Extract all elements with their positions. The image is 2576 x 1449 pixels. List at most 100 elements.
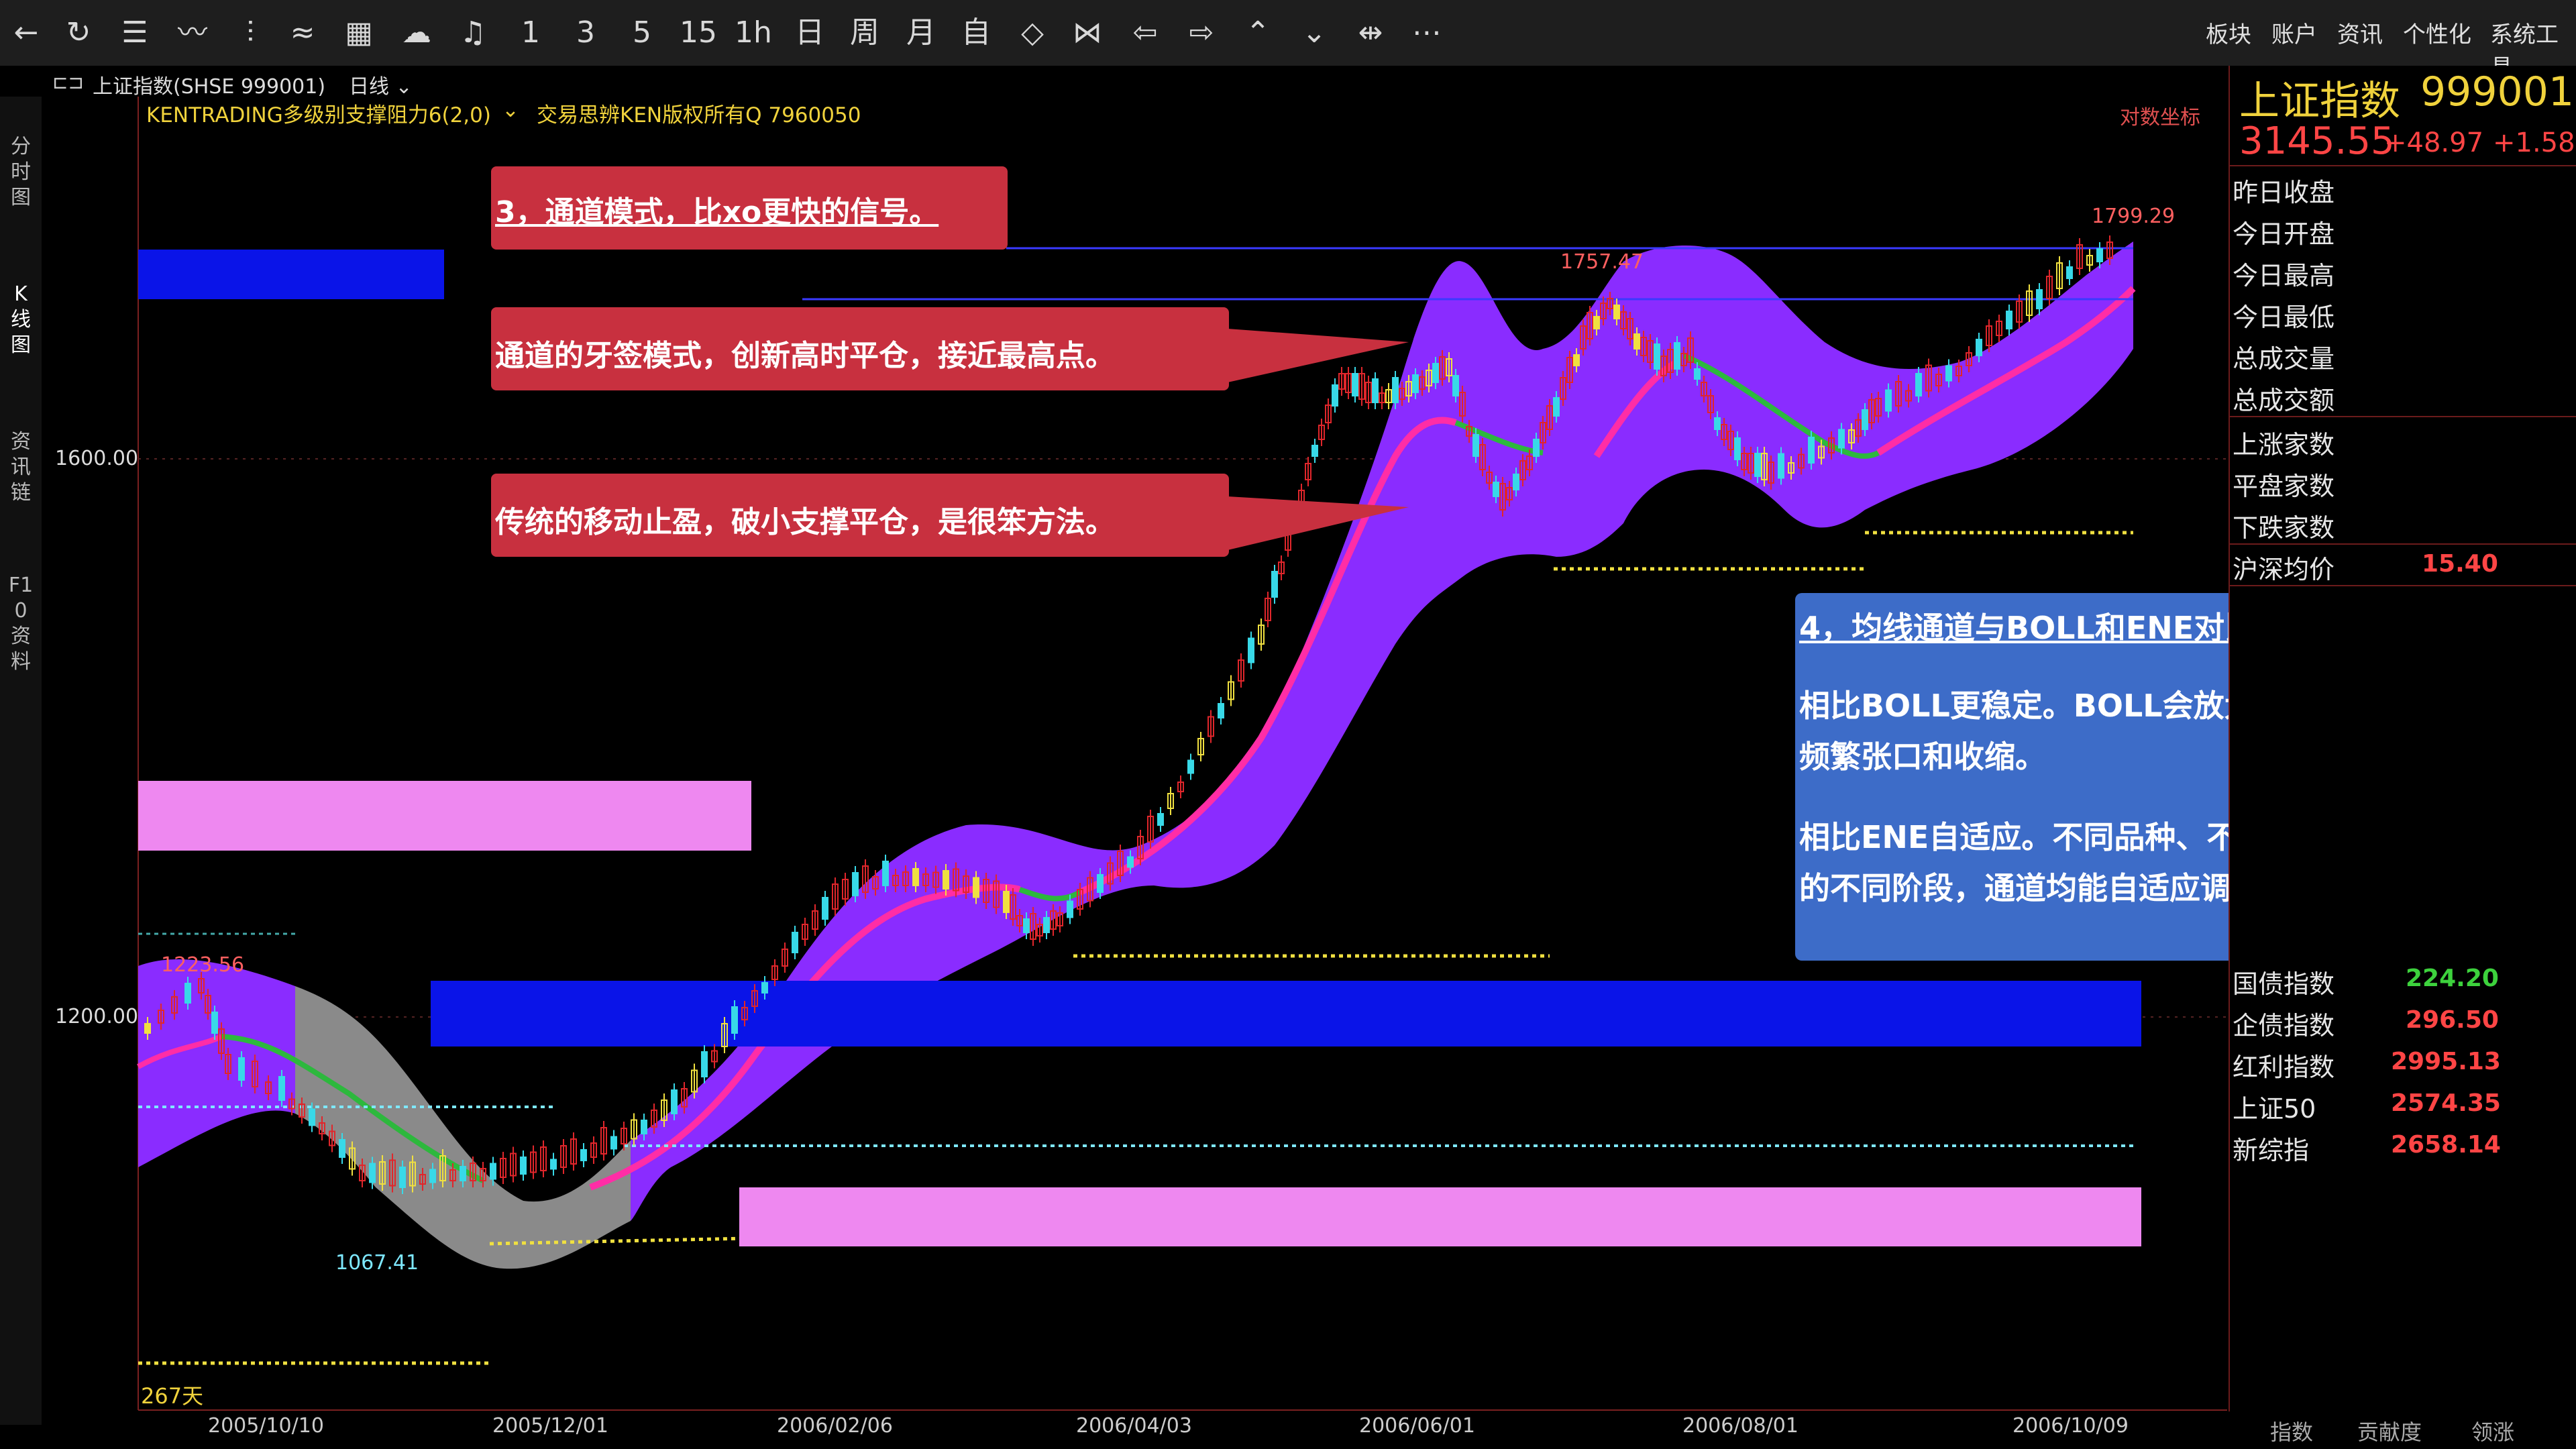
refresh-icon[interactable]: ↻: [58, 12, 99, 54]
period-1h[interactable]: 1h: [733, 12, 774, 54]
candle-body: [1915, 373, 1922, 396]
chart-subbar: ⊏⊐ 上证指数(SHSE 999001) 日线 ⌄: [0, 66, 2227, 99]
candle-body: [429, 1169, 436, 1183]
candle-body: [1885, 389, 1892, 412]
candle-body: [761, 982, 768, 994]
fit-icon[interactable]: ⇹: [1350, 12, 1391, 54]
candle-body: [1808, 437, 1815, 464]
candle-body: [973, 877, 979, 898]
trend-icon[interactable]: ≈: [282, 12, 323, 54]
bell-icon[interactable]: ♫: [452, 12, 494, 54]
candle-body: [1472, 434, 1479, 457]
candle-body: [2066, 266, 2073, 279]
menu-personalize[interactable]: 个性化: [2403, 16, 2471, 49]
menu-account[interactable]: 账户: [2271, 16, 2317, 49]
period-select[interactable]: 日线 ⌄: [349, 70, 413, 99]
note-3-pointer: [1228, 496, 1409, 550]
back-icon[interactable]: ←: [5, 12, 47, 54]
menu-sector[interactable]: 板块: [2206, 16, 2251, 49]
divider: [2230, 585, 2576, 586]
candle-body: [1694, 368, 1701, 380]
grid-icon[interactable]: ▦: [338, 12, 380, 54]
x-label-4: 2006/06/01: [1359, 1414, 1475, 1438]
note-1-text: 3，通道模式，比xo更快的信号。: [495, 195, 939, 229]
candle-body: [1271, 571, 1278, 598]
candle-body: [1493, 482, 1499, 497]
stat-row: 今日最低: [2233, 303, 2335, 332]
tab-leaders[interactable]: 领涨: [2471, 1415, 2514, 1446]
tab-contribution[interactable]: 贡献度: [2357, 1415, 2422, 1446]
period-label: 日线: [349, 75, 389, 99]
arrow-left-icon[interactable]: ⇦: [1124, 12, 1166, 54]
candle-body: [1043, 917, 1050, 933]
breadth-row: 平盘家数: [2233, 472, 2335, 501]
candle-body: [912, 868, 919, 886]
candle-body: [1734, 437, 1741, 460]
candle-body: [339, 1139, 345, 1158]
index-change-pct: +1.58%: [2493, 127, 2576, 158]
stat-row: 昨日收盘: [2233, 178, 2335, 207]
candle-body: [1573, 354, 1580, 366]
more-icon[interactable]: ⋯: [1406, 12, 1448, 54]
x-label-0: 2005/10/10: [208, 1414, 324, 1438]
candle-body: [1432, 363, 1439, 383]
list-icon[interactable]: ☰: [114, 12, 156, 54]
candle-body: [1654, 343, 1660, 370]
note-1-box: 3，通道模式，比xo更快的信号。: [491, 166, 1008, 250]
candle-body: [1513, 474, 1519, 490]
candle-body: [1003, 891, 1010, 913]
candle-body: [943, 870, 949, 890]
period-5[interactable]: 5: [621, 12, 663, 54]
index-row[interactable]: 上证50 2574.35: [2230, 1083, 2576, 1124]
index-row[interactable]: 红利指数 2995.13: [2230, 1041, 2576, 1082]
candle-body: [2006, 311, 2012, 329]
arrow-right-icon[interactable]: ⇨: [1181, 12, 1222, 54]
zoom-out-icon[interactable]: ⌄: [1293, 12, 1335, 54]
stat-row: 今日最高: [2233, 261, 2335, 290]
period-day[interactable]: 日: [789, 12, 830, 54]
note-2-pointer: [1228, 329, 1409, 382]
cloud-icon[interactable]: ☁: [396, 12, 437, 54]
candle-icon[interactable]: ⫶: [229, 12, 271, 54]
zoom-in-icon[interactable]: ⌃: [1237, 12, 1279, 54]
candle-body: [1023, 918, 1030, 933]
candle-body: [1452, 375, 1459, 396]
stat-row: 总成交量: [2233, 344, 2335, 374]
index-change: +48.97: [2384, 127, 2484, 158]
x-label-6: 2006/10/09: [2012, 1414, 2129, 1438]
link-icon[interactable]: ⊏⊐: [52, 71, 84, 93]
period-3[interactable]: 3: [565, 12, 606, 54]
period-custom[interactable]: 自: [955, 12, 997, 54]
tab-index[interactable]: 指数: [2270, 1415, 2313, 1446]
candle-body: [1714, 417, 1721, 430]
candle-body: [1674, 342, 1680, 370]
candle-body: [1976, 339, 1982, 356]
period-1[interactable]: 1: [510, 12, 551, 54]
index-row[interactable]: 新综指 2658.14: [2230, 1124, 2576, 1165]
index-row[interactable]: 企债指数 296.50: [2230, 1000, 2576, 1040]
x-label-2: 2006/02/06: [777, 1414, 893, 1438]
line-chart-icon[interactable]: 〰: [172, 12, 213, 54]
candle-body: [1127, 856, 1134, 868]
candle-body: [1248, 637, 1254, 663]
y-label-1600: 1600.00: [55, 447, 139, 470]
index-row[interactable]: 国债指数 224.20: [2230, 958, 2576, 999]
candle-body: [1553, 397, 1560, 417]
candle-body: [1311, 445, 1318, 457]
flip-icon[interactable]: ◇: [1012, 12, 1053, 54]
candle-body: [309, 1108, 315, 1126]
menu-news[interactable]: 资讯: [2337, 16, 2383, 49]
period-month[interactable]: 月: [900, 12, 942, 54]
bowtie-icon[interactable]: ⋈: [1067, 12, 1108, 54]
candle-body: [1593, 316, 1600, 329]
period-week[interactable]: 周: [844, 12, 885, 54]
candle-body: [1097, 874, 1104, 893]
candle-body: [701, 1051, 708, 1077]
candle-body: [852, 872, 859, 896]
stat-row: 今日开盘: [2233, 219, 2335, 249]
period-15[interactable]: 15: [678, 12, 719, 54]
candle-body: [1778, 453, 1784, 479]
candle-body: [1945, 365, 1952, 382]
candle-body: [184, 983, 191, 1004]
index-price: 3145.55: [2239, 119, 2395, 163]
